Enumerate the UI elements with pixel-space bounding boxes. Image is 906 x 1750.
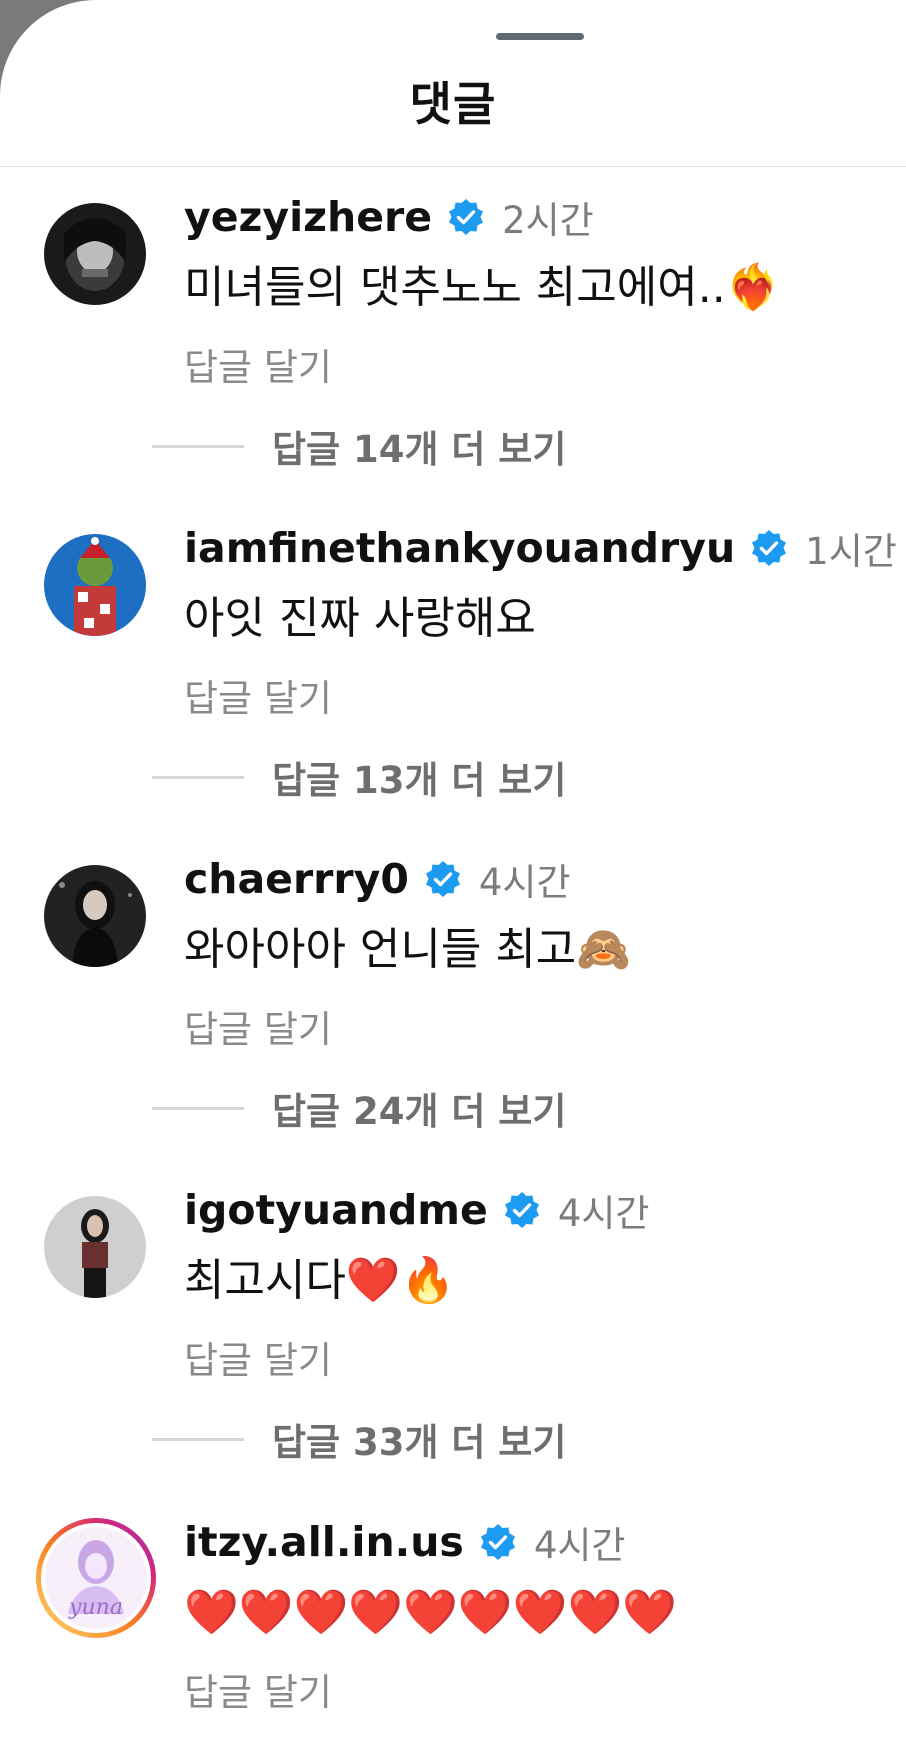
- comment-text: 최고시다❤️🔥: [184, 1255, 456, 1306]
- comment-text: 미녀들의 댓추노노 최고에여..❤️‍🔥: [184, 262, 781, 313]
- view-more-replies-label: 답글 14개 더 보기: [272, 428, 567, 471]
- comment-time: 1시간: [805, 530, 897, 573]
- replies-line: [152, 775, 244, 779]
- comment-item: chaerrry0 4시간 와아아아 언니들 최고🙈 답글 달기 답글 24개 …: [0, 829, 906, 1159]
- reply-button[interactable]: 답글 달기: [184, 1662, 332, 1716]
- avatar-image: [44, 1196, 146, 1298]
- username[interactable]: yezyizhere: [184, 193, 432, 241]
- avatar-signature: yuna: [68, 1595, 123, 1620]
- avatar[interactable]: [44, 865, 146, 967]
- username[interactable]: itzy.all.in.us: [184, 1518, 464, 1566]
- view-more-replies-label: 답글 13개 더 보기: [272, 759, 567, 802]
- reply-button[interactable]: 답글 달기: [184, 999, 332, 1053]
- comment-text: 와아아아 언니들 최고🙈: [184, 924, 632, 975]
- sheet-title: 댓글: [409, 77, 497, 131]
- avatar[interactable]: [44, 534, 146, 636]
- drag-handle[interactable]: [496, 33, 584, 40]
- comment-time: 4시간: [478, 861, 571, 904]
- comments-sheet: 댓글 yezyizhere 2시간 미녀들의 댓추노노 최고에여..❤️‍🔥 답…: [0, 0, 906, 1750]
- verified-badge-icon: [504, 1192, 539, 1228]
- avatar-image: [44, 203, 146, 305]
- comment-time: 4시간: [557, 1192, 650, 1235]
- avatar-image: [44, 534, 146, 636]
- avatar[interactable]: yuna: [34, 1516, 158, 1640]
- view-more-replies[interactable]: 답글 24개 더 보기: [152, 1083, 566, 1133]
- username[interactable]: iamfinethankyouandryu: [184, 524, 735, 572]
- comment-text: 아잇 진짜 사랑해요: [184, 593, 536, 644]
- username[interactable]: chaerrry0: [184, 855, 409, 903]
- reply-button[interactable]: 답글 달기: [184, 337, 332, 391]
- verified-badge-icon: [752, 530, 787, 566]
- verified-badge-icon: [480, 1524, 515, 1560]
- avatar-image: [44, 865, 146, 967]
- view-more-replies[interactable]: 답글 14개 더 보기: [152, 421, 566, 471]
- replies-line: [152, 1106, 244, 1110]
- view-more-replies-label: 답글 24개 더 보기: [272, 1090, 567, 1133]
- avatar[interactable]: [44, 1196, 146, 1298]
- username[interactable]: igotyuandme: [184, 1186, 488, 1234]
- verified-badge-icon: [449, 199, 484, 235]
- replies-line: [152, 444, 244, 448]
- view-more-replies[interactable]: 답글 33개 더 보기: [152, 1414, 566, 1464]
- reply-button[interactable]: 답글 달기: [184, 1330, 332, 1384]
- avatar[interactable]: [44, 203, 146, 305]
- comment-time: 2시간: [502, 199, 594, 242]
- comment-item: yezyizhere 2시간 미녀들의 댓추노노 최고에여..❤️‍🔥 답글 달…: [0, 167, 906, 497]
- comment-item: iamfinethankyouandryu 1시간 아잇 진짜 사랑해요 답글 …: [0, 498, 906, 828]
- view-more-replies-label: 답글 33개 더 보기: [272, 1421, 567, 1464]
- replies-line: [152, 1437, 244, 1441]
- avatar-image: yuna: [36, 1518, 156, 1638]
- comment-time: 4시간: [533, 1524, 626, 1567]
- verified-badge-icon: [425, 861, 460, 897]
- reply-button[interactable]: 답글 달기: [184, 668, 332, 722]
- comment-item: igotyuandme 4시간 최고시다❤️🔥 답글 달기 답글 33개 더 보…: [0, 1160, 906, 1490]
- comment-item: yuna itzy.all.in.us 4시간 ❤️❤️❤️❤️❤️❤️❤️❤️…: [0, 1492, 906, 1750]
- comment-text: ❤️❤️❤️❤️❤️❤️❤️❤️❤️: [184, 1587, 678, 1638]
- view-more-replies[interactable]: 답글 13개 더 보기: [152, 752, 566, 802]
